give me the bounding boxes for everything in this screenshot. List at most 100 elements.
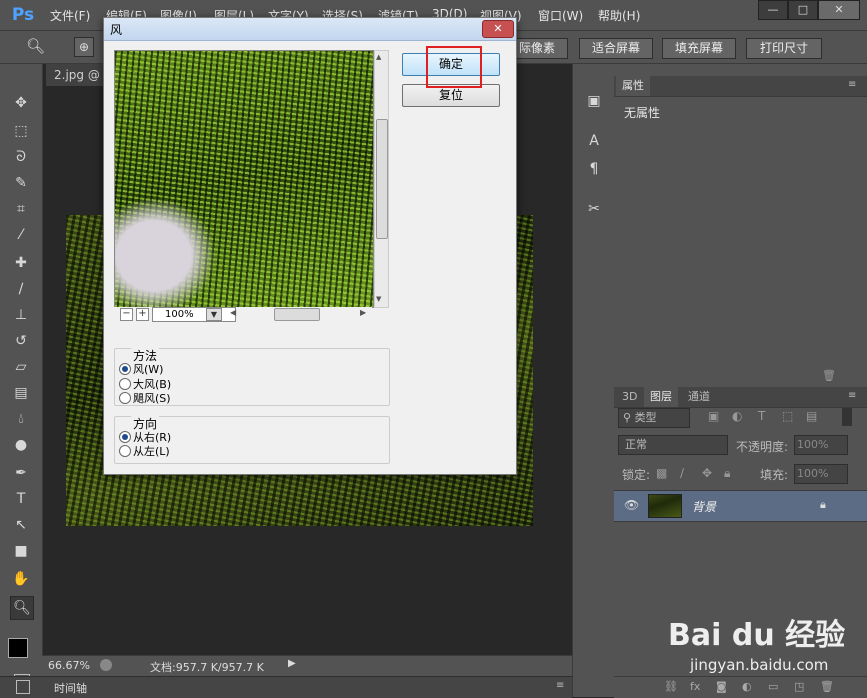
crop-tool-icon[interactable]: ⌗ xyxy=(10,198,32,220)
filter-type-icon[interactable]: T xyxy=(758,409,765,423)
dodge-tool-icon[interactable]: ● xyxy=(10,434,32,456)
move-tool-icon[interactable]: ✥ xyxy=(10,92,32,114)
lock-all-icon[interactable]: 🔒︎ xyxy=(724,466,730,481)
highlight-box xyxy=(426,46,482,88)
layers-menu-icon[interactable]: ≡ xyxy=(848,390,856,401)
menu-file[interactable]: 文件(F) xyxy=(50,7,90,24)
stamp-tool-icon[interactable]: ⊥ xyxy=(10,304,32,326)
opacity-label: 不透明度: xyxy=(736,440,789,454)
label-wind: 风(W) xyxy=(133,363,164,376)
status-info-icon[interactable] xyxy=(100,659,112,671)
filter-smart-icon[interactable]: ▤ xyxy=(806,409,817,423)
pen-tool-icon[interactable]: ✒ xyxy=(10,462,32,484)
opacity-input[interactable]: 100% xyxy=(794,435,848,455)
timeline-label[interactable]: 时间轴 xyxy=(54,680,87,696)
type-tool-icon[interactable]: T xyxy=(10,488,32,510)
zoom-out-button[interactable]: − xyxy=(120,308,133,321)
zoom-tool-icon[interactable]: 🔍︎ xyxy=(26,37,45,55)
layers-tabs: 3D 图层 通道 ≡ xyxy=(614,387,867,408)
tab-properties[interactable]: 属性 xyxy=(616,76,650,96)
watermark-url: jingyan.baidu.com xyxy=(690,656,829,674)
scroll-right-icon[interactable]: ▶ xyxy=(360,308,366,317)
horizontal-scroll-thumb[interactable] xyxy=(274,308,320,321)
fill-input[interactable]: 100% xyxy=(794,464,848,484)
paragraph-panel-icon[interactable]: ¶ xyxy=(583,158,605,180)
blur-tool-icon[interactable]: 💧︎ xyxy=(10,408,32,430)
filter-adjust-icon[interactable]: ◐ xyxy=(732,409,742,423)
scroll-left-icon[interactable]: ◀ xyxy=(230,308,236,317)
layer-row[interactable]: 👁︎ 背景 🔒︎ xyxy=(614,490,867,522)
blend-mode-select[interactable]: 正常 xyxy=(618,435,728,455)
scroll-up-icon[interactable]: ▲ xyxy=(376,53,381,61)
fill-screen-button[interactable]: 填充屏幕 xyxy=(662,38,736,59)
properties-menu-icon[interactable]: ≡ xyxy=(848,79,856,90)
brush-tool-icon[interactable]: ∕ xyxy=(10,278,32,300)
history-panel-icon[interactable]: ▣ xyxy=(583,90,605,112)
minimize-button[interactable]: — xyxy=(758,0,788,20)
filter-pixel-icon[interactable]: ▣ xyxy=(708,409,719,423)
layer-filter-value: 类型 xyxy=(634,411,657,424)
tab-layers[interactable]: 图层 xyxy=(644,387,678,407)
filter-toggle[interactable] xyxy=(842,408,852,426)
eyedropper-tool-icon[interactable]: ⁄ xyxy=(10,224,32,246)
dialog-titlebar[interactable]: 风 ✕ xyxy=(104,18,516,41)
timeline-icon[interactable] xyxy=(16,680,30,694)
layer-lock-icon: 🔒︎ xyxy=(820,498,826,511)
label-from-left: 从左(L) xyxy=(133,445,170,458)
close-button[interactable]: ✕ xyxy=(818,0,860,20)
filter-preview[interactable] xyxy=(114,50,374,308)
marquee-tool-icon[interactable]: ⬚ xyxy=(10,120,32,142)
scroll-down-icon[interactable]: ▼ xyxy=(376,295,381,303)
document-tab[interactable]: 2.jpg @ xyxy=(46,64,108,86)
healing-tool-icon[interactable]: ✚ xyxy=(10,252,32,274)
filter-shape-icon[interactable]: ⬚ xyxy=(782,409,793,423)
zoom-in-button[interactable]: + xyxy=(136,308,149,321)
menu-window[interactable]: 窗口(W) xyxy=(538,7,583,24)
properties-trash-icon[interactable]: 🗑︎ xyxy=(822,369,836,382)
zoom-level[interactable]: 66.67% xyxy=(48,659,90,672)
radio-stagger[interactable] xyxy=(119,392,131,404)
tab-3d[interactable]: 3D xyxy=(616,387,643,407)
gradient-tool-icon[interactable]: ▤ xyxy=(10,382,32,404)
watermark-brand: Bai du 经验 xyxy=(668,618,846,653)
fill-label: 填充: xyxy=(760,468,789,482)
lock-position-icon[interactable]: ✥ xyxy=(702,466,712,480)
print-size-button[interactable]: 打印尺寸 xyxy=(746,38,822,59)
label-stagger: 飓风(S) xyxy=(133,392,171,405)
radio-from-left[interactable] xyxy=(119,445,131,457)
lock-pixels-icon[interactable]: ∕ xyxy=(680,466,684,480)
tab-channels[interactable]: 通道 xyxy=(682,387,716,407)
hand-tool-icon[interactable]: ✋ xyxy=(10,568,32,590)
zoom-in-icon[interactable]: ⊕ xyxy=(74,37,94,57)
zoom-dropdown-icon[interactable]: ▼ xyxy=(206,308,222,321)
character-panel-icon[interactable]: A xyxy=(583,130,605,152)
lock-transparent-icon[interactable]: ▩ xyxy=(656,466,667,480)
history-brush-tool-icon[interactable]: ↺ xyxy=(10,330,32,352)
menu-help[interactable]: 帮助(H) xyxy=(598,7,640,24)
maximize-button[interactable]: □ xyxy=(788,0,818,20)
radio-from-right[interactable] xyxy=(119,431,131,443)
preview-vertical-scrollbar[interactable]: ▲ ▼ xyxy=(374,50,389,308)
zoom-tool-icon-selected[interactable]: 🔍︎ xyxy=(10,596,34,620)
eraser-tool-icon[interactable]: ▱ xyxy=(10,356,32,378)
scroll-thumb[interactable] xyxy=(376,119,388,239)
layer-filter-select[interactable]: ⚲ 类型 xyxy=(618,408,690,428)
timeline-menu-icon[interactable]: ≡ xyxy=(556,680,564,691)
fit-screen-button[interactable]: 适合屏幕 xyxy=(579,38,653,59)
lasso-tool-icon[interactable]: ᘐ xyxy=(10,146,32,168)
path-select-tool-icon[interactable]: ↖ xyxy=(10,514,32,536)
layer-name[interactable]: 背景 xyxy=(692,498,716,515)
shape-tool-icon[interactable]: ■ xyxy=(10,540,32,562)
foreground-color-swatch[interactable] xyxy=(8,638,28,658)
search-icon: ⚲ xyxy=(623,411,632,424)
radio-blast[interactable] xyxy=(119,378,131,390)
watermark: Bai du 经验 jingyan.baidu.com xyxy=(660,600,860,690)
tool-presets-icon[interactable]: ✂ xyxy=(583,198,605,220)
dialog-close-button[interactable]: ✕ xyxy=(482,20,514,38)
lock-label: 锁定: xyxy=(622,468,651,482)
preview-zoom-field[interactable]: 100% xyxy=(152,307,236,322)
visibility-eye-icon[interactable]: 👁︎ xyxy=(624,498,639,512)
quick-select-tool-icon[interactable]: ✎ xyxy=(10,172,32,194)
radio-wind[interactable] xyxy=(119,363,131,375)
status-menu-arrow-icon[interactable]: ▶ xyxy=(288,658,296,669)
